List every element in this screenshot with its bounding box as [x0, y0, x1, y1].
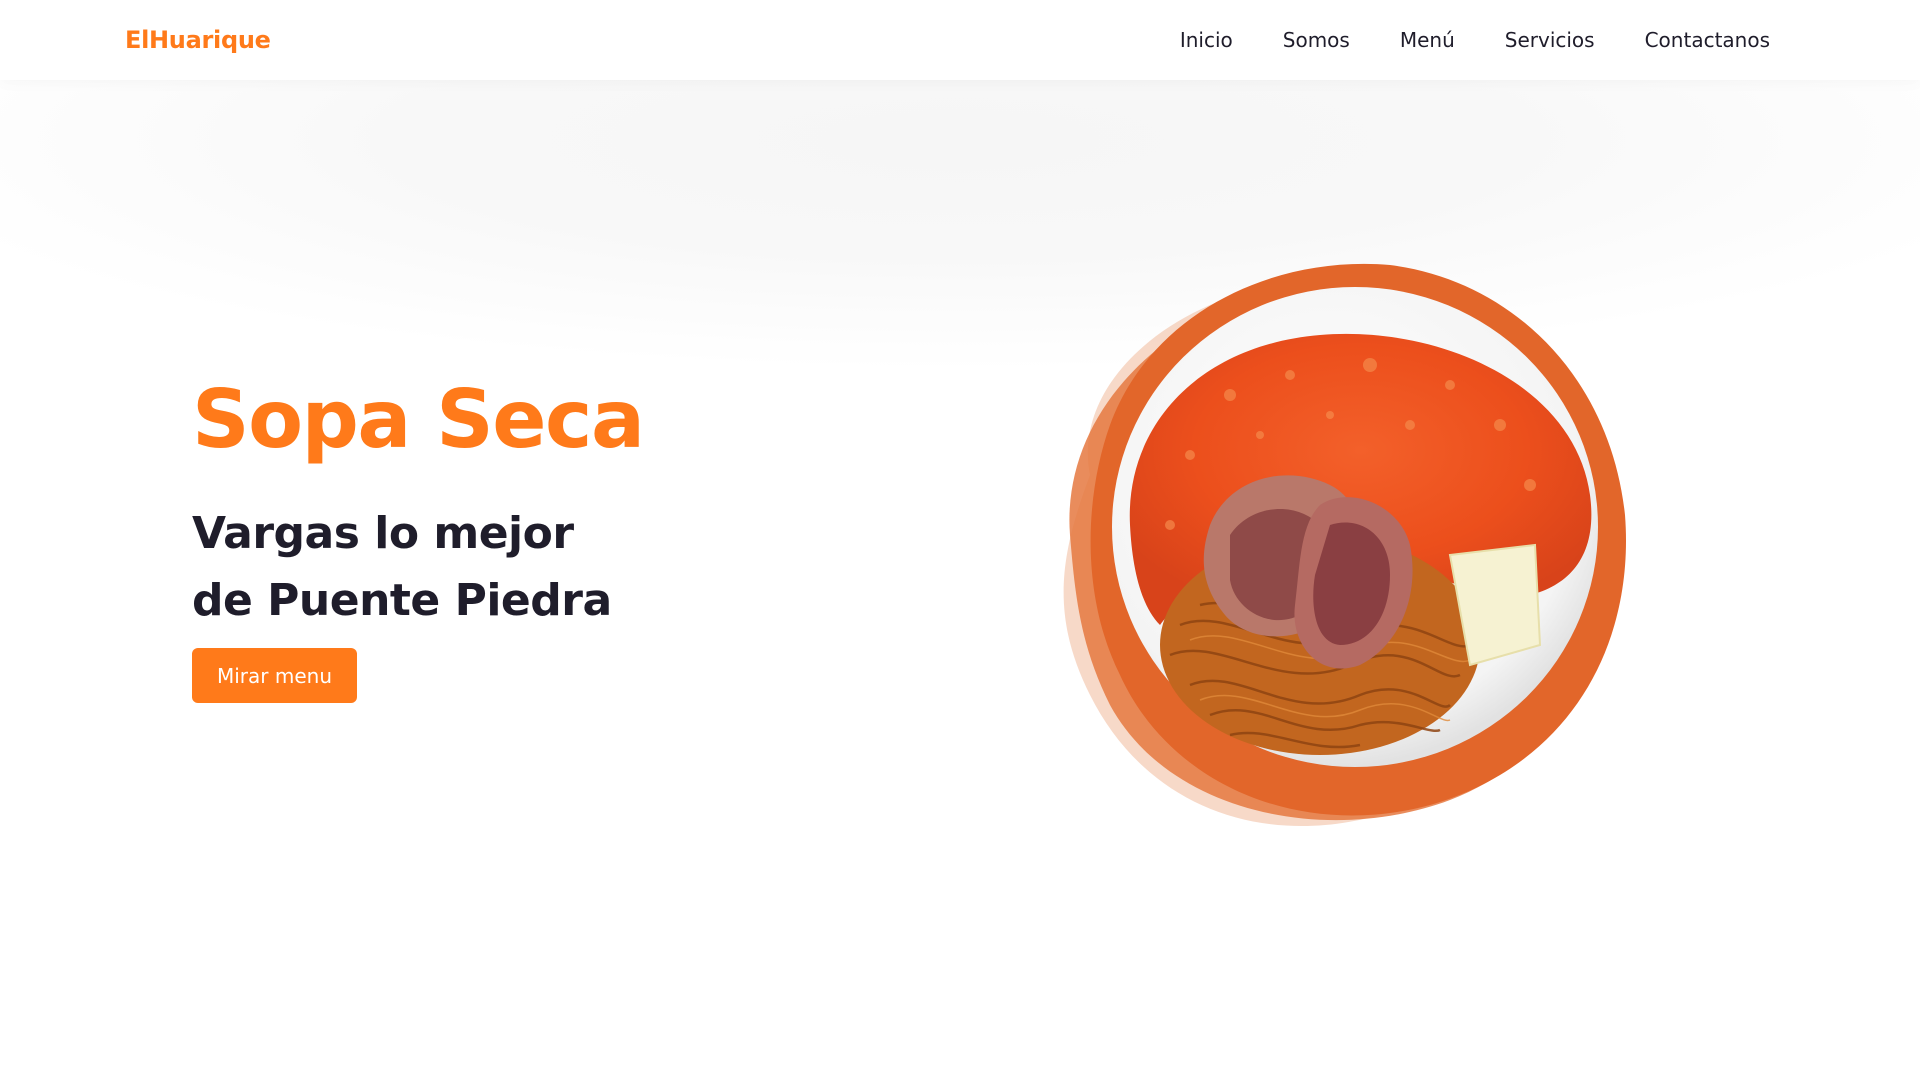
nav-link-contactanos[interactable]: Contactanos — [1645, 28, 1770, 52]
hero-subtitle-line-1: Vargas lo mejor — [192, 508, 574, 559]
site-logo[interactable]: ElHuarique — [125, 26, 271, 54]
landing-page: ElHuarique Inicio Somos Menú Servicios C… — [0, 0, 1920, 1080]
hero-title: Sopa Seca — [192, 373, 645, 466]
hero-subtitle: Vargas lo mejor de Puente Piedra — [192, 500, 643, 634]
nav-link-menu[interactable]: Menú — [1400, 28, 1455, 52]
hero-section: Sopa Seca Vargas lo mejor de Puente Pied… — [192, 373, 645, 703]
dish-illustration-icon — [1063, 263, 1626, 827]
site-header: ElHuarique Inicio Somos Menú Servicios C… — [0, 0, 1920, 80]
nav-link-somos[interactable]: Somos — [1283, 28, 1350, 52]
nav-link-inicio[interactable]: Inicio — [1180, 28, 1233, 52]
main-nav: Inicio Somos Menú Servicios Contactanos — [1180, 28, 1770, 52]
hero-subtitle-line-2: de Puente Piedra — [192, 575, 612, 626]
nav-link-servicios[interactable]: Servicios — [1505, 28, 1595, 52]
view-menu-button[interactable]: Mirar menu — [192, 648, 357, 703]
